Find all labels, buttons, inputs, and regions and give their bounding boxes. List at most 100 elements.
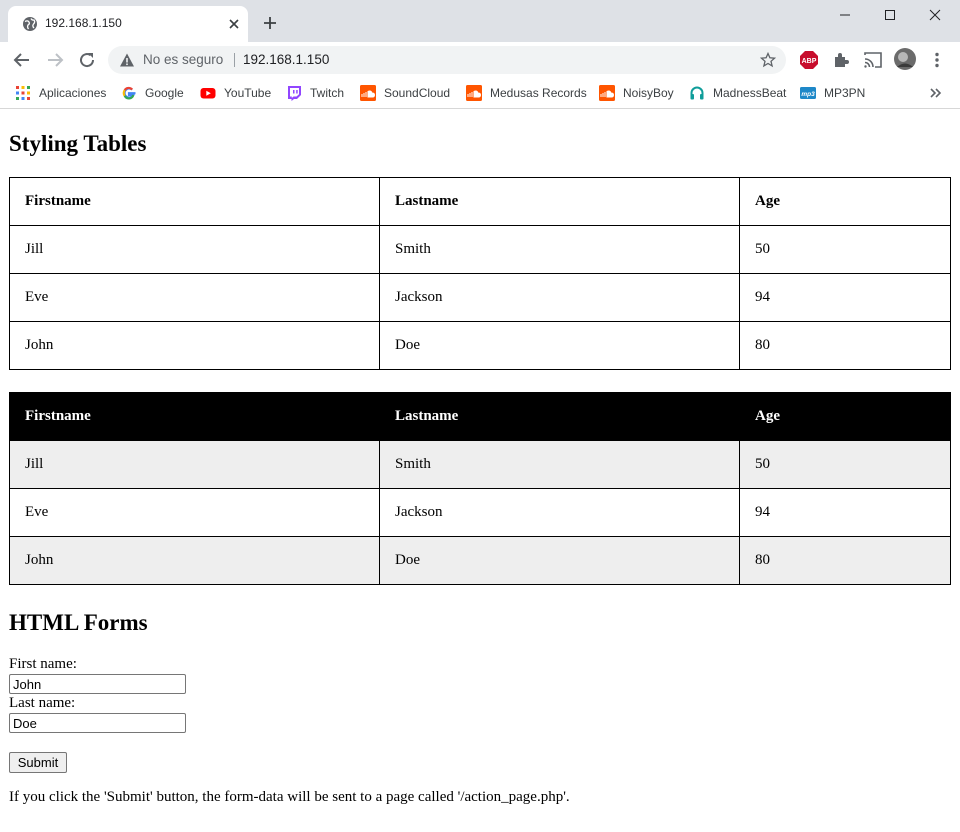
table-cell: 80 <box>739 536 951 585</box>
soundcloud-icon <box>599 85 615 101</box>
table-row: Jill Smith 50 <box>9 225 951 274</box>
last-name-label: Last name: <box>9 695 76 711</box>
back-arrow-icon[interactable] <box>12 50 32 70</box>
table-cell: 50 <box>739 440 951 489</box>
table-cell: Jackson <box>379 488 740 537</box>
security-label[interactable]: No es seguro <box>143 52 223 67</box>
header-cell: Firstname <box>9 177 380 226</box>
svg-text:mp3: mp3 <box>801 91 815 98</box>
bookmark-label: YouTube <box>224 86 272 100</box>
header-cell: Age <box>739 177 951 226</box>
bookmark-star-icon[interactable] <box>760 52 776 68</box>
table-cell: Eve <box>9 273 380 322</box>
apps-grid-icon <box>16 86 30 100</box>
table-row: Jill Smith 50 <box>9 440 951 489</box>
table-cell: 94 <box>739 273 951 322</box>
header-cell: Firstname <box>9 392 380 441</box>
cast-icon[interactable] <box>863 50 883 70</box>
bookmark-youtube[interactable]: YouTube <box>200 83 271 103</box>
google-icon <box>122 86 136 100</box>
table-cell: Jill <box>9 440 380 489</box>
table-cell: John <box>9 321 380 370</box>
bookmark-medusas-records[interactable]: Medusas Records <box>466 83 587 103</box>
table-row: John Doe 80 <box>9 321 951 370</box>
address-bar[interactable]: No es seguro 192.168.1.150 <box>108 46 786 74</box>
browser-tab[interactable]: 192.168.1.150 <box>8 6 248 42</box>
bookmark-label: Medusas Records <box>490 86 587 100</box>
browser-toolbar: No es seguro 192.168.1.150 ABP <box>0 42 960 78</box>
bookmark-twitch[interactable]: Twitch <box>286 83 344 103</box>
menu-kebab-icon[interactable] <box>927 50 947 70</box>
bookmark-google[interactable]: Google <box>121 83 184 103</box>
soundcloud-icon <box>360 85 376 101</box>
tab-strip: 192.168.1.150 <box>0 0 960 42</box>
headphones-icon <box>690 86 704 100</box>
omnibox-divider <box>234 53 235 67</box>
tables-heading: Styling Tables <box>9 131 147 156</box>
table-cell: 94 <box>739 488 951 537</box>
form-note: If you click the 'Submit' button, the fo… <box>9 789 570 805</box>
close-window-button[interactable] <box>912 0 958 30</box>
adblock-plus-icon[interactable]: ABP <box>799 50 819 70</box>
soundcloud-icon <box>466 85 482 101</box>
warning-icon[interactable] <box>119 52 135 68</box>
svg-text:ABP: ABP <box>802 58 817 65</box>
close-tab-icon[interactable] <box>226 16 242 32</box>
bookmark-aplicaciones[interactable]: Aplicaciones <box>15 83 106 103</box>
bookmark-label: MP3PN <box>824 86 866 100</box>
table-cell: Doe <box>379 321 740 370</box>
first-name-input[interactable] <box>9 674 186 694</box>
bookmark-soundcloud[interactable]: SoundCloud <box>360 83 450 103</box>
profile-avatar[interactable] <box>894 48 916 70</box>
maximize-button[interactable] <box>867 0 913 30</box>
twitch-icon <box>288 86 301 101</box>
bookmark-label: Twitch <box>310 86 345 100</box>
table-cell: 80 <box>739 321 951 370</box>
plain-table: Firstname Lastname Age Jill Smith 50 Eve… <box>9 177 951 370</box>
minimize-button[interactable] <box>822 0 868 30</box>
table-row: Eve Jackson 94 <box>9 273 951 322</box>
bookmark-mp3pn[interactable]: mp3 MP3PN <box>800 83 865 103</box>
youtube-icon <box>200 88 216 99</box>
table-cell: John <box>9 536 380 585</box>
table-cell: Doe <box>379 536 740 585</box>
bookmark-label: Google <box>145 86 184 100</box>
table-cell: Jackson <box>379 273 740 322</box>
table-header-row: Firstname Lastname Age <box>9 177 951 226</box>
reload-icon[interactable] <box>77 50 97 70</box>
table-row: Eve Jackson 94 <box>9 488 951 537</box>
table-row: John Doe 80 <box>9 536 951 585</box>
bookmark-label: NoisyBoy <box>623 86 674 100</box>
mp3-icon: mp3 <box>800 87 816 99</box>
forms-heading: HTML Forms <box>9 610 148 635</box>
maximize-icon <box>885 10 895 20</box>
page-content: Styling Tables Firstname Lastname Age Ji… <box>0 109 960 832</box>
url-text[interactable]: 192.168.1.150 <box>243 52 329 67</box>
table-cell: Smith <box>379 225 740 274</box>
table-cell: Jill <box>9 225 380 274</box>
bookmark-noisyboy[interactable]: NoisyBoy <box>599 83 674 103</box>
first-name-label: First name: <box>9 656 77 672</box>
striped-table: Firstname Lastname Age Jill Smith 50 Eve… <box>9 392 951 585</box>
chevron-double-right-icon[interactable] <box>928 86 942 100</box>
bookmark-madnessbeat[interactable]: MadnessBeat <box>689 83 786 103</box>
bookmark-label: SoundCloud <box>384 86 451 100</box>
header-cell: Lastname <box>379 392 740 441</box>
bookmarks-bar: Aplicaciones Google YouTube Twitch Sound… <box>0 78 960 109</box>
tab-title: 192.168.1.150 <box>45 16 122 30</box>
table-cell: Eve <box>9 488 380 537</box>
bookmark-label: Aplicaciones <box>39 86 107 100</box>
close-icon <box>929 9 941 21</box>
header-cell: Age <box>739 392 951 441</box>
last-name-input[interactable] <box>9 713 186 733</box>
new-tab-icon[interactable] <box>262 15 278 31</box>
table-cell: Smith <box>379 440 740 489</box>
submit-button[interactable]: Submit <box>9 752 67 773</box>
globe-icon <box>23 17 37 31</box>
header-cell: Lastname <box>379 177 740 226</box>
forward-arrow-icon[interactable] <box>45 50 65 70</box>
table-cell: 50 <box>739 225 951 274</box>
extensions-puzzle-icon[interactable] <box>831 50 851 70</box>
minimize-icon <box>840 14 850 16</box>
table-header-row: Firstname Lastname Age <box>9 392 951 441</box>
